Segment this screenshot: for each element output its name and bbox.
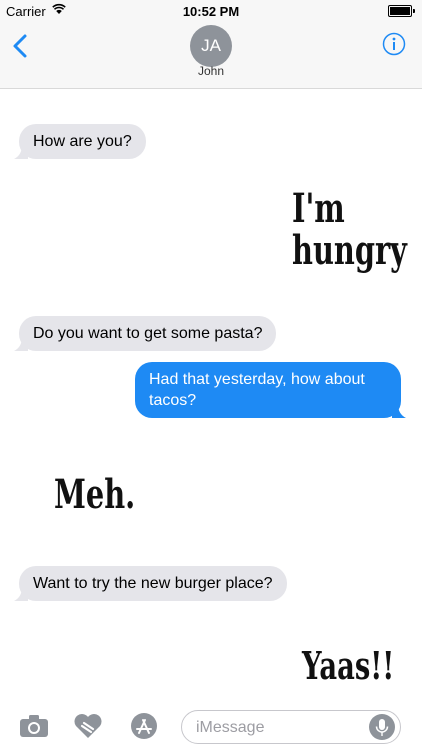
sticker-message[interactable]: I'm hungry — [292, 188, 407, 272]
incoming-message[interactable]: How are you? — [14, 124, 146, 159]
message-composer — [0, 702, 422, 750]
outgoing-message[interactable]: Had that yesterday, how about tacos? — [135, 362, 406, 418]
microphone-icon — [375, 719, 389, 736]
avatar-initials: JA — [201, 36, 221, 55]
digital-touch-icon[interactable] — [73, 713, 103, 739]
info-icon[interactable] — [382, 32, 406, 56]
clock: 10:52 PM — [182, 4, 240, 19]
sticker-message[interactable]: Meh. — [54, 474, 135, 516]
camera-icon[interactable] — [19, 714, 49, 738]
sticker-text: Yaas!! — [302, 643, 395, 688]
bubble-tail — [392, 404, 406, 418]
contact-name[interactable]: John — [0, 64, 422, 78]
battery-icon — [388, 5, 415, 17]
app-store-icon[interactable] — [127, 712, 161, 740]
message-text: Do you want to get some pasta? — [33, 325, 263, 342]
sticker-text: Meh. — [54, 471, 136, 518]
status-bar: Carrier 10:52 PM — [0, 0, 422, 22]
sticker-text: I'm hungry — [292, 185, 407, 274]
conversation-header: JA John — [0, 22, 422, 89]
imessage-field-container — [181, 710, 401, 745]
imessage-input[interactable] — [194, 711, 368, 745]
sticker-message[interactable]: Yaas!! — [302, 646, 394, 686]
contact-avatar[interactable]: JA — [190, 25, 232, 67]
back-chevron-icon[interactable] — [10, 32, 30, 60]
bubble-tail — [14, 587, 28, 601]
message-text: How are you? — [33, 133, 132, 150]
message-text: Had that yesterday, how about tacos? — [149, 371, 365, 409]
incoming-message[interactable]: Do you want to get some pasta? — [14, 316, 277, 351]
message-text: Want to try the new burger place? — [33, 575, 273, 592]
microphone-button[interactable] — [369, 714, 395, 740]
incoming-message[interactable]: Want to try the new burger place? — [14, 566, 287, 601]
bubble-tail — [14, 145, 28, 159]
bubble-tail — [14, 337, 28, 351]
